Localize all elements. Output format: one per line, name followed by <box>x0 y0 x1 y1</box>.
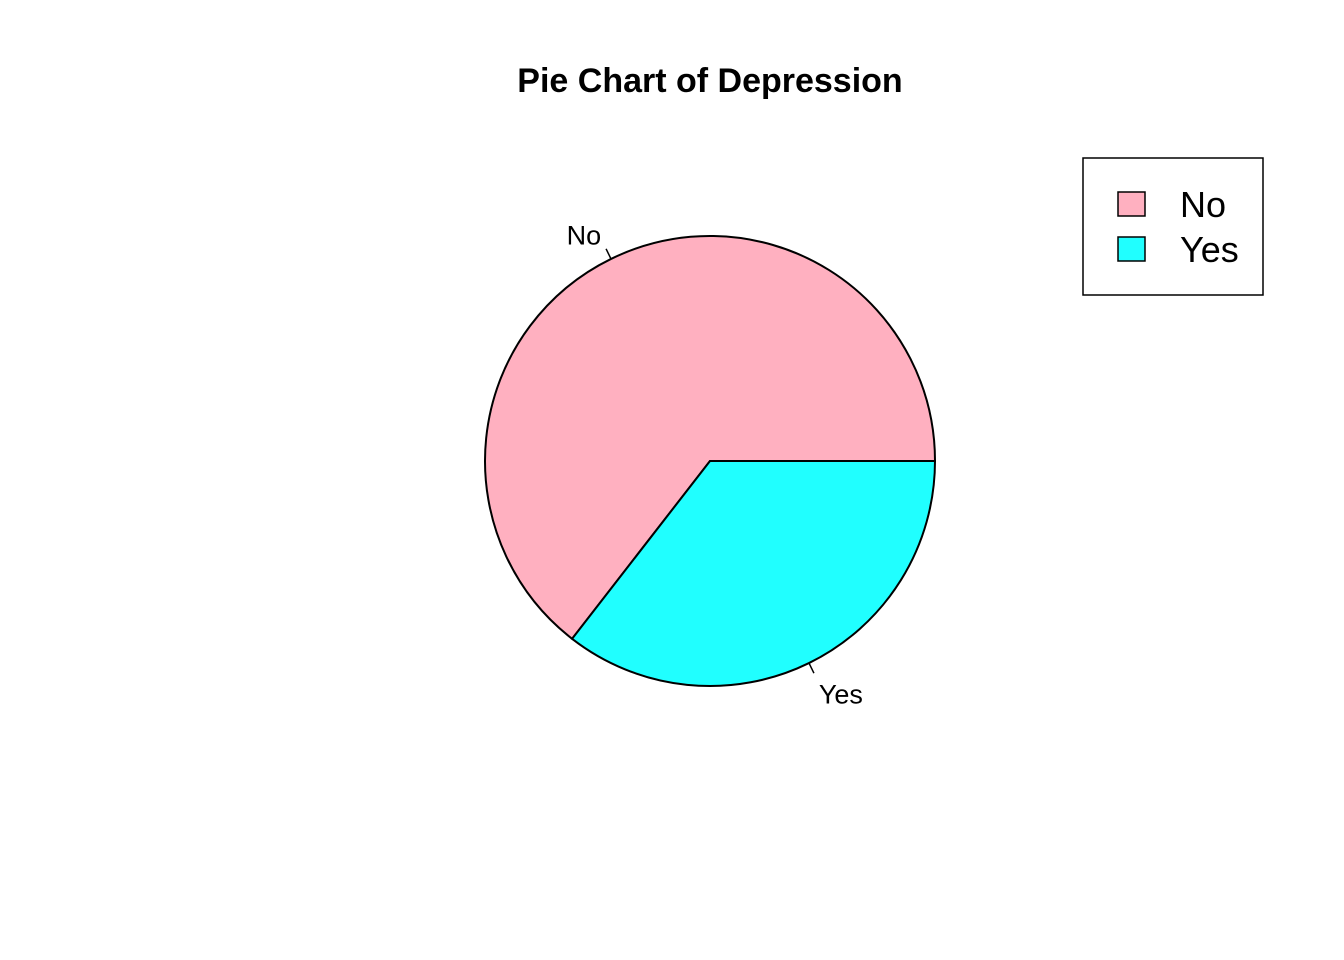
legend-label-no: No <box>1180 184 1226 225</box>
legend-swatch-yes <box>1117 236 1146 262</box>
pie-chart: Pie Chart of Depression NoYes NoYes <box>484 62 1264 709</box>
pie-label-no: No <box>567 221 602 251</box>
legend-box <box>1082 157 1264 296</box>
legend-label-yes: Yes <box>1180 229 1239 270</box>
pie-label-tick-no <box>605 248 612 260</box>
pie-label-yes: Yes <box>819 679 863 709</box>
pie-slices <box>484 235 937 687</box>
pie-label-tick-yes <box>808 662 815 674</box>
legend-swatch-no <box>1117 191 1146 217</box>
legend: NoYes <box>1082 157 1264 296</box>
chart-title: Pie Chart of Depression <box>517 62 902 100</box>
